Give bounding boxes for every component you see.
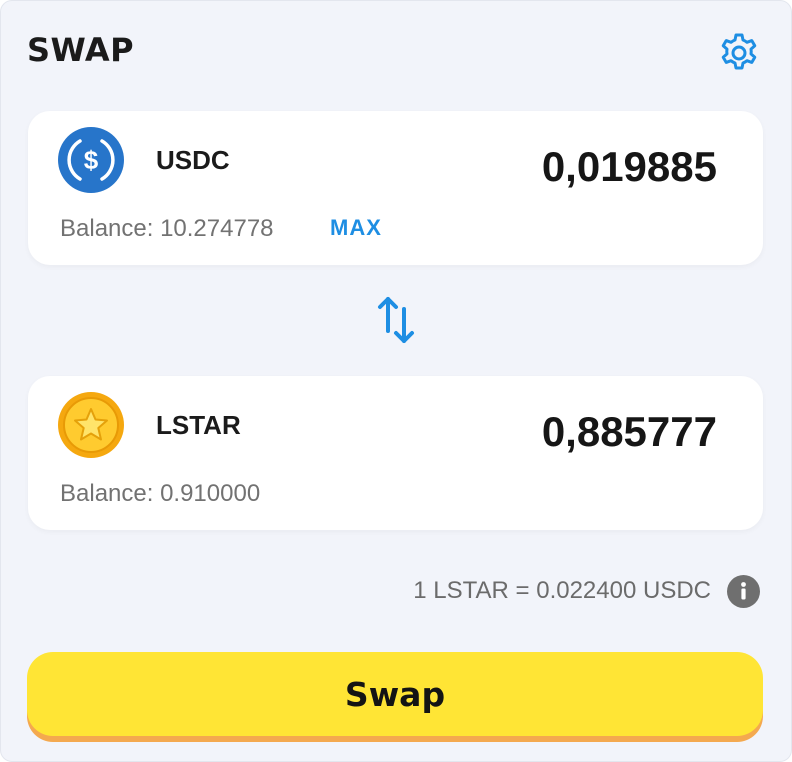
to-token-symbol[interactable]: LSTAR bbox=[156, 410, 241, 441]
swap-arrows-icon[interactable] bbox=[373, 291, 419, 349]
usdc-coin-icon: $ bbox=[58, 127, 124, 193]
swap-panel: SWAP $ USDC Balance: 10.274778 MAX bbox=[0, 0, 792, 762]
to-balance: Balance: 0.910000 bbox=[60, 480, 261, 507]
from-amount-input[interactable] bbox=[397, 143, 717, 191]
swap-button[interactable]: Swap bbox=[27, 652, 763, 736]
svg-text:$: $ bbox=[84, 145, 99, 175]
star-coin-icon bbox=[58, 392, 124, 458]
from-balance: Balance: 10.274778 bbox=[60, 215, 274, 242]
from-token-symbol[interactable]: USDC bbox=[156, 145, 230, 176]
from-token-card: $ USDC Balance: 10.274778 MAX bbox=[28, 111, 763, 265]
gear-icon[interactable] bbox=[717, 31, 761, 75]
max-button[interactable]: MAX bbox=[330, 215, 382, 241]
to-amount-input[interactable] bbox=[397, 408, 717, 456]
to-token-card: LSTAR Balance: 0.910000 bbox=[28, 376, 763, 530]
page-title: SWAP bbox=[27, 31, 135, 69]
info-icon[interactable] bbox=[727, 575, 760, 608]
exchange-rate: 1 LSTAR = 0.022400 USDC bbox=[413, 577, 711, 604]
